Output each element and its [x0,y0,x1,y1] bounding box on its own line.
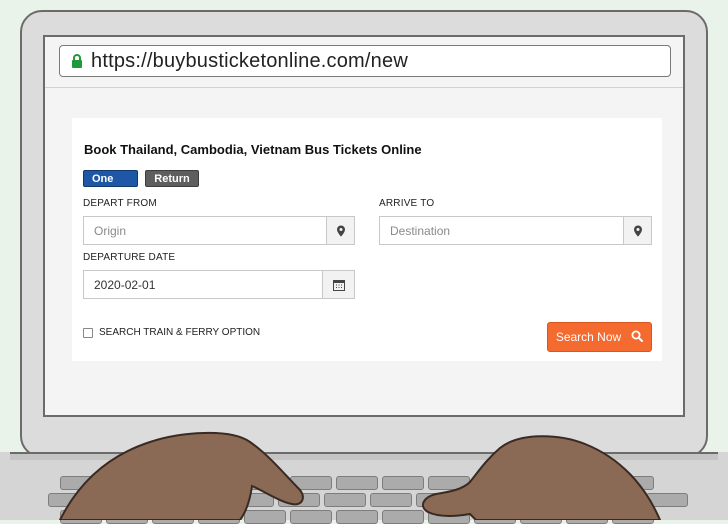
browser-window: https://buybusticketonline.com/new Book … [43,35,685,417]
train-ferry-checkbox[interactable] [83,327,93,338]
right-hand [421,435,662,520]
calendar-icon[interactable] [322,271,354,298]
search-icon [631,330,644,345]
departure-date-label: DEPARTURE DATE [83,252,176,263]
location-pin-icon[interactable] [326,217,354,244]
search-now-label: Search Now [555,330,622,344]
arrive-to-label: ARRIVE TO [379,198,435,209]
booking-form: Book Thailand, Cambodia, Vietnam Bus Tic… [72,118,662,361]
form-title: Book Thailand, Cambodia, Vietnam Bus Tic… [84,142,422,157]
address-bar[interactable]: https://buybusticketonline.com/new [59,45,671,77]
origin-input[interactable] [84,217,326,244]
departure-date-input[interactable] [84,271,322,298]
one-way-button[interactable]: One way [83,170,138,202]
date-field-group [83,270,355,299]
padlock-icon [69,52,85,70]
typing-hands-illustration [58,431,662,520]
url-text: https://buybusticketonline.com/new [91,49,408,72]
destination-field-group [379,216,652,245]
train-ferry-option[interactable]: SEARCH TRAIN & FERRY OPTION [83,327,260,338]
origin-field-group [83,216,355,245]
left-hand [58,431,304,520]
search-now-button[interactable]: Search Now [547,322,652,352]
depart-from-label: DEPART FROM [83,198,157,209]
location-pin-icon[interactable] [623,217,651,244]
toolbar-divider [45,87,683,88]
train-ferry-label: SEARCH TRAIN & FERRY OPTION [99,327,261,338]
destination-input[interactable] [380,217,623,244]
return-button[interactable]: Return [145,170,199,187]
